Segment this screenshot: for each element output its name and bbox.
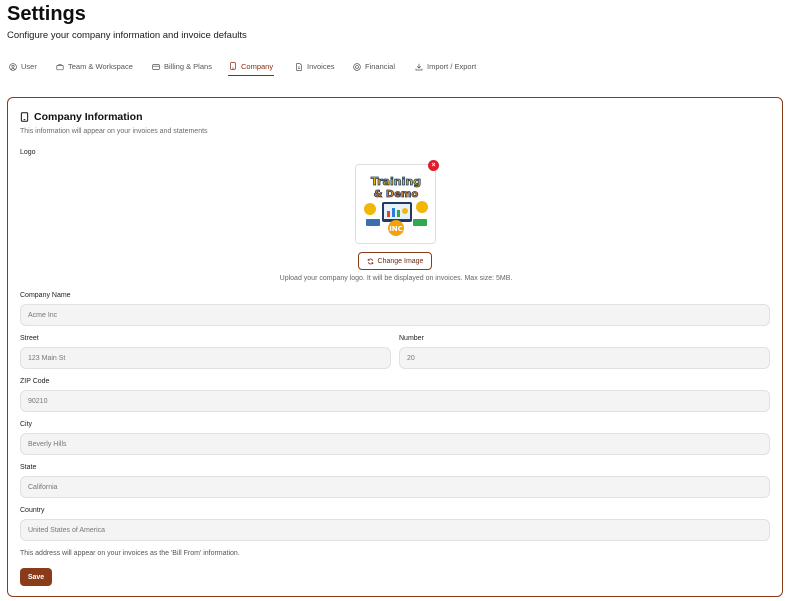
city-label: City [20, 421, 33, 428]
logo-label: Logo [20, 149, 36, 156]
tab-user[interactable]: User [8, 57, 38, 76]
state-input[interactable]: California [20, 476, 770, 498]
company-name-label: Company Name [20, 292, 71, 299]
logo-text-demo: & Demo [374, 189, 419, 200]
tab-financial[interactable]: Financial [352, 57, 396, 76]
tab-label: Company [241, 61, 274, 71]
tab-billing-plans[interactable]: Billing & Plans [151, 57, 213, 76]
coin-icon [353, 62, 361, 71]
zip-input[interactable]: 90210 [20, 390, 770, 412]
company-information-card: Company Information This information wil… [7, 97, 783, 597]
tab-label: Team & Workspace [68, 62, 133, 71]
tab-label: User [21, 62, 37, 71]
company-name-input[interactable]: Acme Inc [20, 304, 770, 326]
change-image-button[interactable]: Change Image [358, 252, 432, 270]
change-image-label: Change Image [377, 257, 424, 265]
logo-text-inc: INC [389, 225, 403, 233]
city-input[interactable]: Beverly Hills [20, 433, 770, 455]
page-subtitle: Configure your company information and i… [7, 30, 247, 41]
tab-label: Import / Export [427, 62, 477, 71]
tab-import-export[interactable]: Import / Export [414, 57, 477, 76]
tab-team-workspace[interactable]: Team & Workspace [55, 57, 134, 76]
download-icon [415, 63, 423, 70]
save-button[interactable]: Save [20, 568, 52, 586]
number-input[interactable]: 20 [399, 347, 770, 369]
state-label: State [20, 464, 37, 471]
country-label: Country [20, 507, 45, 514]
street-label: Street [20, 335, 39, 342]
tab-label: Financial [365, 62, 396, 71]
tab-label: Billing & Plans [164, 62, 212, 71]
street-input[interactable]: 123 Main St [20, 347, 391, 369]
card-title: Company Information [20, 111, 143, 123]
address-note: This address will appear on your invoice… [20, 550, 240, 557]
upload-help-text: Upload your company logo. It will be dis… [279, 275, 513, 282]
settings-tabs: User Team & Workspace Billing & Plans Co… [0, 57, 787, 77]
tablet-icon [230, 62, 236, 70]
card-title-text: Company Information [34, 111, 143, 123]
tab-invoices[interactable]: Invoices [294, 57, 336, 76]
remove-logo-button[interactable]: × [428, 160, 439, 171]
country-input[interactable]: United States of America [20, 519, 770, 541]
number-label: Number [399, 335, 424, 342]
zip-label: ZIP Code [20, 378, 50, 385]
refresh-icon [367, 258, 373, 264]
tab-company[interactable]: Company [228, 57, 275, 76]
briefcase-icon [56, 63, 64, 70]
logo-text-training: Training [371, 175, 421, 188]
tablet-icon [20, 112, 29, 122]
document-icon [296, 62, 302, 71]
user-circle-icon [9, 62, 17, 71]
tab-label: Invoices [307, 62, 335, 71]
card-description: This information will appear on your inv… [20, 128, 208, 135]
company-logo-image: INC Training & Demo [355, 164, 436, 244]
page-title: Settings [7, 3, 86, 25]
credit-card-icon [152, 63, 160, 70]
logo-illustration: INC Training & Demo [356, 165, 435, 243]
